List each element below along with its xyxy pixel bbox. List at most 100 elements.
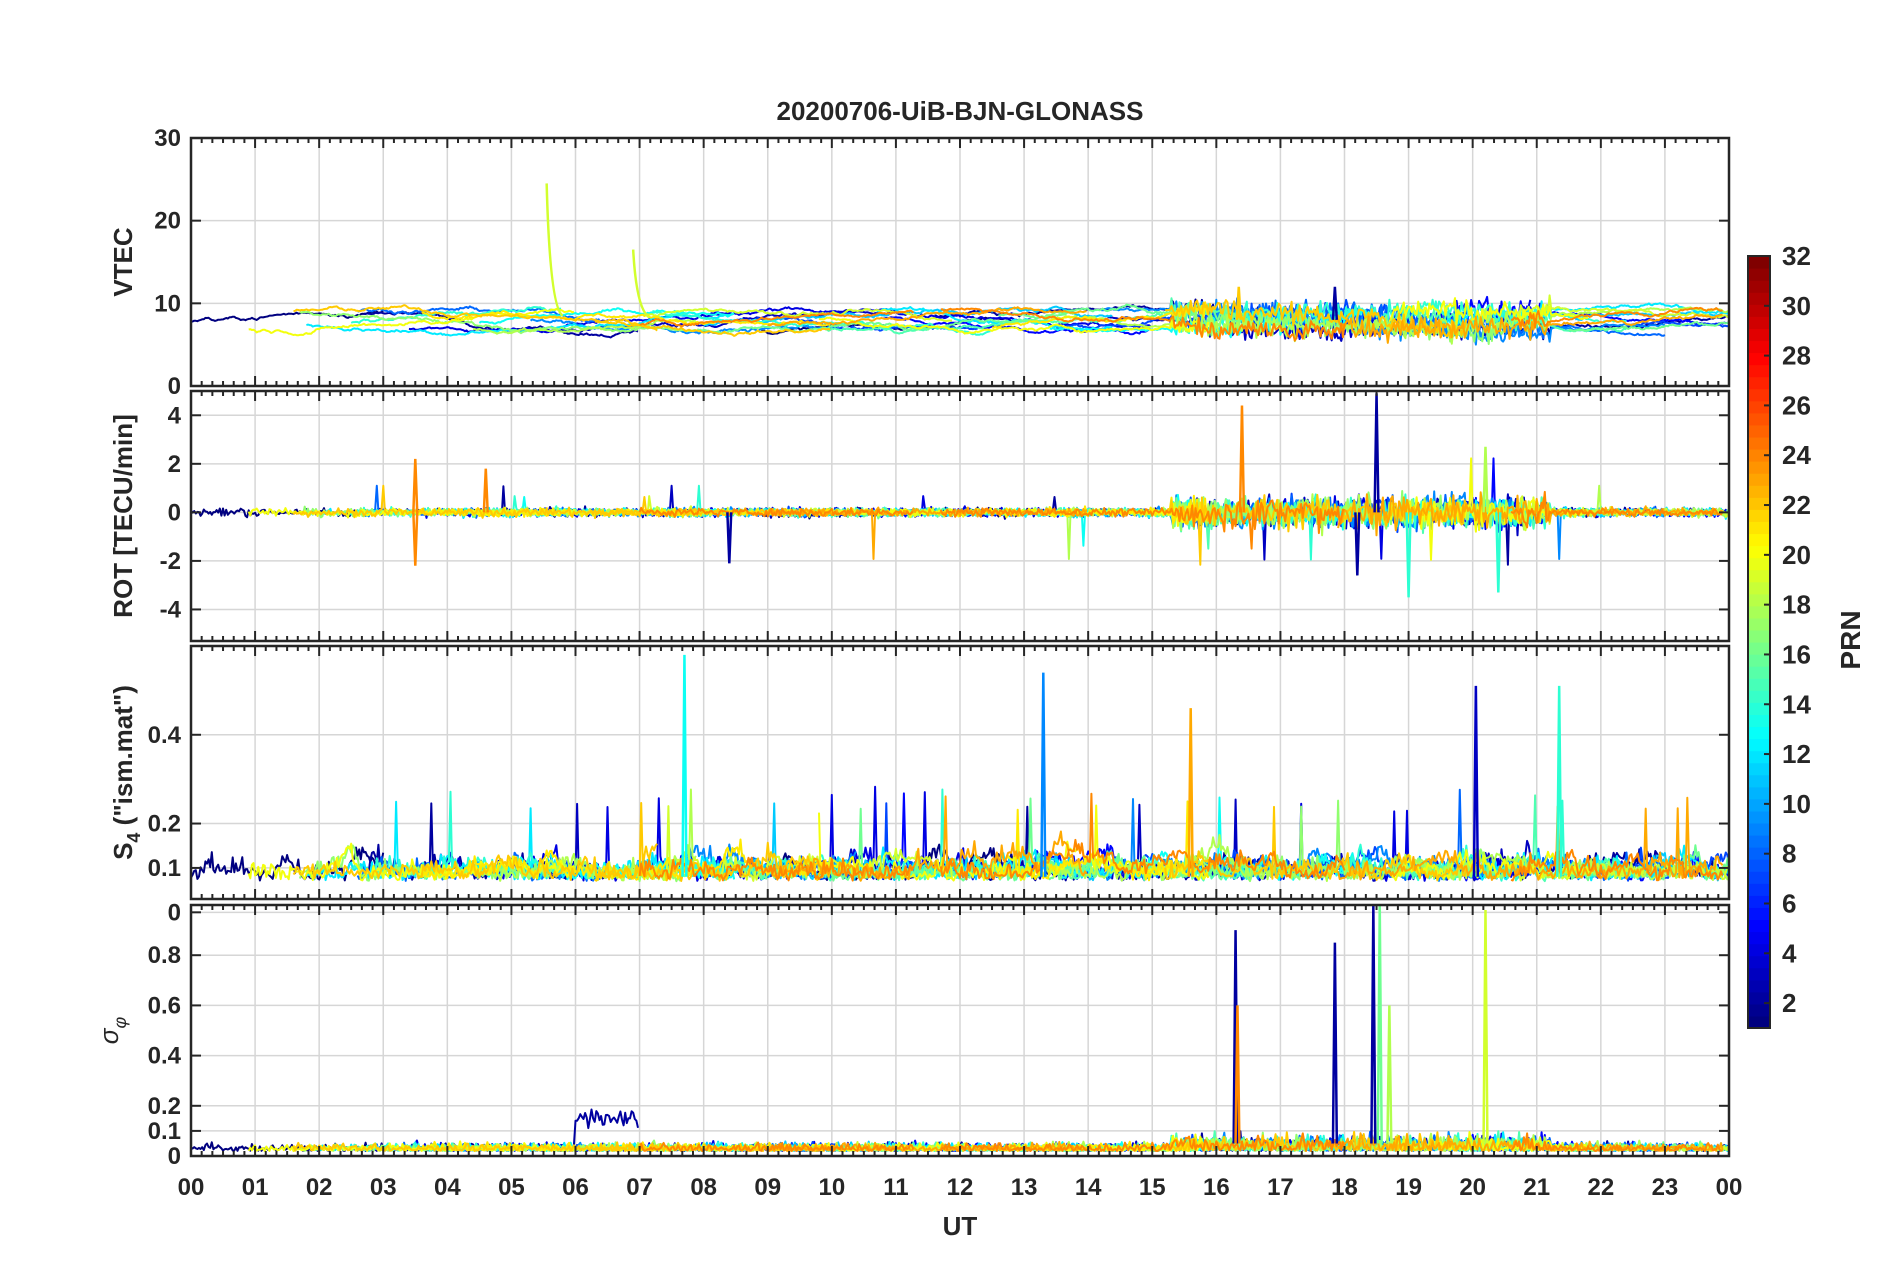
colorbar-step	[1748, 714, 1770, 728]
y-tick-label: 4	[168, 402, 182, 429]
y-axis-label: ROT [TECU/min]	[108, 414, 138, 618]
x-tick-label: 04	[434, 1174, 461, 1201]
x-tick-label: 22	[1587, 1174, 1614, 1201]
colorbar-step	[1748, 690, 1770, 703]
colorbar-tick-label: 24	[1782, 440, 1811, 470]
colorbar-step	[1748, 943, 1770, 957]
grid-lines	[191, 905, 1729, 1157]
x-tick-label: 12	[947, 1174, 974, 1201]
colorbar-step	[1748, 328, 1770, 342]
x-tick-label: 15	[1139, 1174, 1166, 1201]
colorbar-tick-label: 18	[1782, 590, 1811, 620]
feature-prn-2-3	[1370, 905, 1377, 1144]
colorbar-step	[1748, 907, 1770, 921]
x-axis-tick-labels: 00 01 02 03 04 05 06 07 08 09 10 11 12 13 14 15 16 17 18 19…	[178, 1174, 1743, 1201]
feature-prn-2-3	[726, 512, 733, 564]
x-tick-label: 01	[242, 1174, 269, 1201]
colorbar-step	[1748, 629, 1770, 643]
colorbar-step	[1748, 316, 1770, 329]
feature-prn-18-5	[1386, 1005, 1393, 1144]
y-axis-label: S4 ("ism.mat")	[108, 685, 144, 860]
colorbar-step	[1748, 979, 1770, 993]
colorbar-step	[1748, 485, 1770, 498]
x-tick-label: 11	[883, 1174, 908, 1201]
colorbar-step	[1748, 545, 1770, 559]
colorbar-step	[1748, 666, 1770, 679]
colorbar-step	[1748, 509, 1770, 522]
x-tick-label: 17	[1267, 1174, 1294, 1201]
feature-prn-24-0	[412, 458, 419, 513]
feature-prn-13-0	[681, 654, 688, 877]
x-tick-label: 06	[562, 1174, 589, 1201]
prn-colorbar: 2468101214161820222426283032	[1747, 241, 1811, 1029]
colorbar-step	[1748, 557, 1770, 571]
colorbar-step	[1748, 400, 1770, 414]
colorbar-step	[1748, 654, 1770, 667]
colorbar-step	[1748, 412, 1770, 426]
feature-prn-9-1	[1040, 672, 1047, 877]
rot-panel: -4 -2 0 2 4 ROT [TECU/min]	[108, 389, 1731, 643]
feature-prn-16-4	[1376, 905, 1383, 1144]
colorbar-step	[1748, 497, 1770, 510]
colorbar-tick-label: 26	[1782, 390, 1811, 420]
colorbar-step	[1748, 533, 1770, 547]
y-tick-label: 0.2	[148, 1093, 181, 1120]
x-tick-label: 02	[306, 1174, 333, 1201]
y-tick-label: 0.2	[148, 811, 181, 838]
x-tick-label: 13	[1011, 1174, 1038, 1201]
colorbar-tick-label: 16	[1782, 639, 1811, 669]
colorbar-step	[1748, 280, 1770, 293]
colorbar-tick-label: 32	[1782, 241, 1811, 271]
colorbar-tick-label: 10	[1782, 789, 1811, 819]
x-tick-label: 00	[178, 1174, 205, 1201]
figure-title: 20200706-UiB-BJN-GLONASS	[776, 96, 1143, 126]
colorbar-tick-label: 28	[1782, 341, 1811, 371]
colorbar-step	[1748, 256, 1770, 269]
y-tick-label: 10	[154, 290, 181, 317]
feature-prn-23-4	[1187, 708, 1194, 877]
colorbar-step	[1748, 919, 1770, 933]
colorbar-step	[1748, 931, 1770, 945]
y-tick-label: 0	[168, 373, 181, 400]
colorbar-step	[1748, 859, 1770, 872]
y-tick-label: 0	[168, 1143, 181, 1170]
feature-prn-24-2	[482, 468, 489, 513]
colorbar-tick-label: 20	[1782, 540, 1811, 570]
x-tick-label: 10	[818, 1174, 845, 1201]
feature-prn-19-0	[545, 183, 564, 317]
x-tick-label: 20	[1459, 1174, 1486, 1201]
colorbar-step	[1748, 895, 1770, 908]
colorbar-step	[1748, 364, 1770, 378]
y-tick-label: 0	[168, 899, 181, 926]
colorbar-label: PRN	[1835, 610, 1866, 669]
colorbar-step	[1748, 388, 1770, 402]
feature-prn-19-1	[631, 249, 651, 319]
x-tick-label: 00	[1716, 1174, 1743, 1201]
x-tick-label: 19	[1395, 1174, 1422, 1201]
colorbar-step	[1748, 581, 1770, 595]
colorbar-step	[1748, 292, 1770, 305]
colorbar-tick-label: 22	[1782, 490, 1811, 520]
x-tick-label: 03	[370, 1174, 397, 1201]
colorbar-step	[1748, 883, 1770, 896]
colorbar-step	[1748, 521, 1770, 535]
feature-prn-2-5	[1373, 393, 1380, 513]
colorbar-step	[1748, 268, 1770, 281]
colorbar-step	[1748, 786, 1770, 800]
colorbar-step	[1748, 726, 1770, 740]
colorbar-step	[1748, 473, 1770, 486]
feature-prn-19-6	[1482, 910, 1489, 1144]
colorbar-step	[1748, 605, 1770, 619]
x-tick-label: 23	[1652, 1174, 1679, 1201]
y-tick-label: 0.4	[148, 1043, 182, 1070]
colorbar-step	[1748, 810, 1770, 824]
y-axis-label: VTEC	[108, 227, 138, 297]
y-tick-label: 2	[168, 451, 181, 478]
colorbar-step	[1748, 967, 1770, 981]
grid-lines	[191, 137, 1729, 387]
colorbar-tick-label: 8	[1782, 839, 1796, 869]
colorbar-step	[1748, 376, 1770, 390]
y-tick-label: -4	[160, 596, 182, 623]
colorbar-step	[1748, 642, 1770, 655]
x-tick-label: 18	[1331, 1174, 1358, 1201]
